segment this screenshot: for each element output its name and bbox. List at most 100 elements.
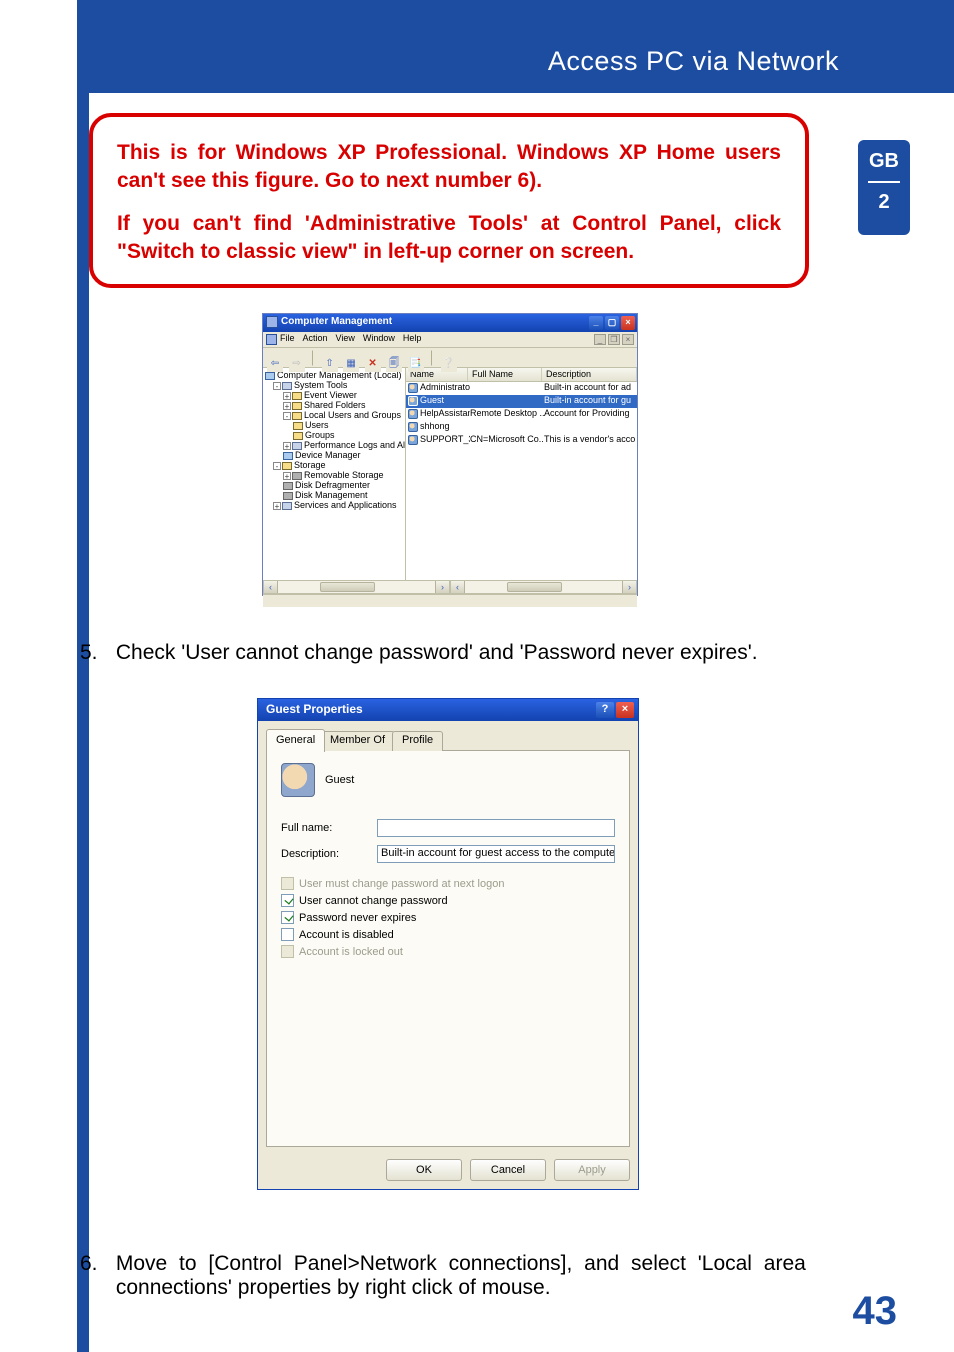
tree-users[interactable]: Users	[293, 420, 403, 430]
tab-profile[interactable]: Profile	[392, 731, 443, 751]
tree-systools[interactable]: -System Tools	[273, 380, 403, 390]
side-tab-code: GB	[858, 150, 910, 173]
tree-services[interactable]: +Services and Applications	[273, 500, 403, 510]
user-icon	[281, 763, 315, 797]
mdi-minimize[interactable]: _	[594, 334, 606, 345]
toolbar: ⇦ ⇨ ⇧ ▦ ✕ 🗐 📑 ❔	[263, 348, 637, 368]
help-button[interactable]: ?	[596, 702, 614, 718]
window-body: Computer Management (Local) -System Tool…	[263, 368, 637, 580]
tab-general[interactable]: General	[266, 729, 325, 752]
perf-icon	[292, 442, 302, 450]
toolbar-separator	[431, 350, 434, 366]
tree-groups[interactable]: Groups	[293, 430, 403, 440]
services-icon	[282, 502, 292, 510]
scroll-right-icon[interactable]: ›	[435, 581, 449, 593]
mdi-restore[interactable]: ❐	[608, 334, 620, 345]
warning-callout: This is for Windows XP Professional. Win…	[89, 113, 809, 288]
menu-action[interactable]: Action	[303, 333, 328, 343]
scroll-left-icon[interactable]: ‹	[264, 581, 278, 593]
list-row[interactable]: HelpAssistant Remote Desktop ... Account…	[406, 408, 637, 421]
col-description[interactable]: Description	[542, 368, 637, 381]
mdi-close[interactable]: ×	[622, 334, 634, 345]
forward-button[interactable]: ⇨	[289, 356, 305, 372]
ok-button[interactable]: OK	[386, 1159, 462, 1181]
expand-icon[interactable]: +	[283, 442, 291, 450]
list-row[interactable]: SUPPORT_38... CN=Microsoft Co... This is…	[406, 434, 637, 447]
step-number: 6.	[80, 1252, 110, 1276]
fullname-input[interactable]	[377, 819, 615, 837]
menu-view[interactable]: View	[336, 333, 355, 343]
checkbox-icon[interactable]	[281, 928, 294, 941]
dialog-buttons: OK Cancel Apply	[386, 1159, 630, 1181]
menu-window[interactable]: Window	[363, 333, 395, 343]
tree-lug[interactable]: -Local Users and Groups	[283, 410, 403, 420]
menu-help[interactable]: Help	[403, 333, 422, 343]
delete-button[interactable]: ✕	[365, 356, 381, 372]
user-icon	[408, 396, 418, 406]
menu-file[interactable]: File	[280, 333, 295, 343]
tree-shared[interactable]: +Shared Folders	[283, 400, 403, 410]
scroll-right-icon[interactable]: ›	[622, 581, 636, 593]
properties-button[interactable]: 🗐	[386, 356, 402, 372]
up-button[interactable]: ⇧	[322, 356, 338, 372]
checkbox-icon[interactable]	[281, 894, 294, 907]
list-row[interactable]: Administrator Built-in account for ad	[406, 382, 637, 395]
section-title: Access PC via Network	[548, 46, 839, 77]
tab-panel-general: Guest Full name: Description: Built-in a…	[266, 751, 630, 1147]
side-tab-chapter: 2	[858, 191, 910, 214]
maximize-button[interactable]: ▢	[605, 316, 619, 330]
window-titlebar: Computer Management _ ▢ ×	[263, 314, 637, 332]
back-button[interactable]: ⇦	[267, 356, 283, 372]
collapse-icon[interactable]: -	[273, 382, 281, 390]
description-label: Description:	[281, 848, 377, 860]
expand-icon[interactable]: +	[283, 402, 291, 410]
user-icon	[408, 383, 418, 393]
dialog-window-buttons: ? ×	[596, 702, 634, 718]
expand-icon[interactable]: +	[283, 392, 291, 400]
export-button[interactable]: 📑	[408, 356, 424, 372]
computer-icon	[265, 372, 275, 380]
tree-pane[interactable]: Computer Management (Local) -System Tool…	[263, 368, 406, 580]
scroll-thumb[interactable]	[320, 582, 376, 592]
collapse-icon[interactable]: -	[273, 462, 281, 470]
help-button[interactable]: ❔	[441, 356, 457, 372]
tree-eventviewer[interactable]: +Event Viewer	[283, 390, 403, 400]
check-cannotchange[interactable]: User cannot change password	[281, 894, 615, 907]
expand-icon[interactable]: +	[283, 472, 291, 480]
step-text: Check 'User cannot change password' and …	[116, 641, 806, 665]
col-fullname[interactable]: Full Name	[468, 368, 542, 381]
checkbox-icon	[281, 877, 294, 890]
user-icon	[408, 422, 418, 432]
tree-diskmgmt[interactable]: Disk Management	[283, 490, 403, 500]
defrag-icon	[283, 482, 293, 490]
tab-memberof[interactable]: Member Of	[320, 731, 395, 751]
apply-button[interactable]: Apply	[554, 1159, 630, 1181]
description-input[interactable]: Built-in account for guest access to the…	[377, 845, 615, 863]
check-neverexpires[interactable]: Password never expires	[281, 911, 615, 924]
tree-removable[interactable]: +Removable Storage	[283, 470, 403, 480]
tree-perf[interactable]: +Performance Logs and Alerts	[283, 440, 403, 450]
list-row-selected[interactable]: Guest Built-in account for gu	[406, 395, 637, 408]
list-pane[interactable]: Name Full Name Description Administrator…	[406, 368, 637, 580]
minimize-button[interactable]: _	[589, 316, 603, 330]
show-hide-button[interactable]: ▦	[343, 356, 359, 372]
tree-devmgr[interactable]: Device Manager	[283, 450, 403, 460]
list-row[interactable]: shhong	[406, 421, 637, 434]
folder-icon	[282, 462, 292, 470]
tools-icon	[282, 382, 292, 390]
collapse-icon[interactable]: -	[283, 412, 291, 420]
folder-icon	[292, 402, 302, 410]
expand-icon[interactable]: +	[273, 502, 281, 510]
close-button[interactable]: ×	[616, 702, 634, 718]
close-button[interactable]: ×	[621, 316, 635, 330]
scroll-left-icon[interactable]: ‹	[451, 581, 465, 593]
list-scrollbar[interactable]: ‹ ›	[450, 580, 637, 594]
cancel-button[interactable]: Cancel	[470, 1159, 546, 1181]
tree-storage[interactable]: -Storage	[273, 460, 403, 470]
tree-scrollbar[interactable]: ‹ ›	[263, 580, 450, 594]
check-accountdisabled[interactable]: Account is disabled	[281, 928, 615, 941]
scroll-thumb[interactable]	[507, 582, 563, 592]
checkbox-icon[interactable]	[281, 911, 294, 924]
tree-defrag[interactable]: Disk Defragmenter	[283, 480, 403, 490]
side-tab-divider	[868, 181, 900, 183]
